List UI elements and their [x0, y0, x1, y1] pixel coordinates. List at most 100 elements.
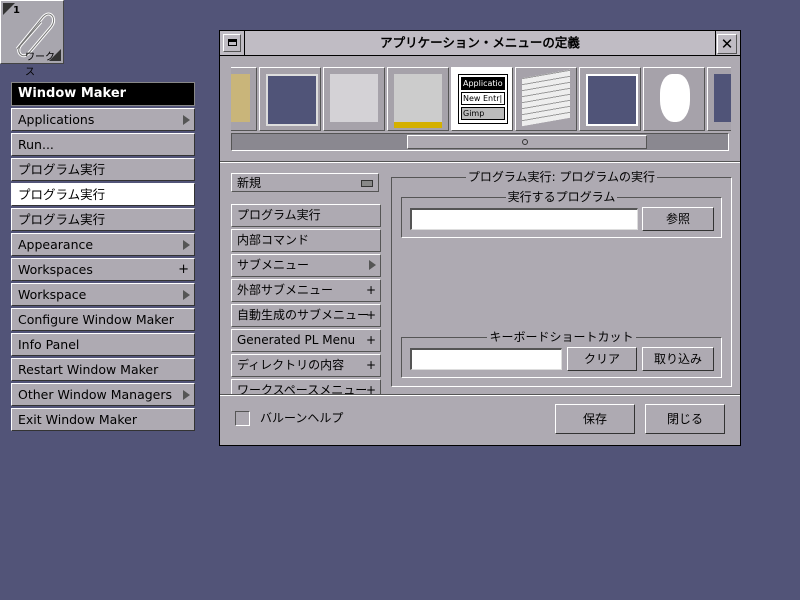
mouse-icon[interactable]: [643, 67, 705, 131]
root-menu-item[interactable]: プログラム実行: [11, 208, 195, 231]
workspace-number: 1: [13, 5, 20, 16]
clear-button[interactable]: クリア: [567, 347, 637, 371]
new-item-popup[interactable]: 新規: [231, 173, 379, 192]
appearance-icon[interactable]: [707, 67, 731, 131]
browse-button[interactable]: 参照: [642, 207, 714, 231]
shortcut-input[interactable]: [410, 348, 562, 370]
popup-indicator-icon: [361, 180, 373, 187]
root-menu-item-label: Exit Window Maker: [18, 412, 137, 427]
item-type-entry[interactable]: サブメニュー: [231, 254, 381, 277]
root-menu-item-label: Configure Window Maker: [18, 312, 174, 327]
menu-definition-dialog: アプリケーション・メニューの定義 ✕ Applicatio New Entr| Gi…: [219, 30, 741, 446]
menu-preview-line: Gimp: [461, 107, 505, 120]
plus-indicator: +: [365, 308, 376, 322]
item-type-entry[interactable]: Generated PL Menu +: [231, 329, 381, 352]
root-menu-item[interactable]: Workspace: [11, 283, 195, 306]
workspace-icon[interactable]: [579, 67, 641, 131]
main-frame-title: プログラム実行: プログラムの実行: [465, 170, 658, 184]
close-window-button[interactable]: ✕: [717, 34, 737, 54]
workspace-art: [586, 74, 638, 126]
program-frame: 実行するプログラム 参照: [401, 190, 722, 238]
root-menu-item-label: プログラム実行: [18, 187, 106, 202]
applications-menu-art: Applicatio New Entr| Gimp: [458, 74, 508, 124]
root-menu-title[interactable]: Window Maker: [11, 82, 195, 106]
root-menu-item[interactable]: Configure Window Maker: [11, 308, 195, 331]
save-button[interactable]: 保存: [555, 404, 635, 434]
preferences-icon-strip: Applicatio New Entr| Gimp: [231, 67, 731, 133]
root-menu-item-label: プログラム実行: [18, 162, 106, 177]
root-menu-item-label: Restart Window Maker: [18, 362, 159, 377]
plus-indicator: +: [365, 333, 376, 347]
item-type-entry[interactable]: プログラム実行: [231, 204, 381, 227]
icon-preferences-art: [394, 74, 442, 128]
root-menu-item[interactable]: Appearance: [11, 233, 195, 256]
root-menu-item-label: Applications: [18, 112, 95, 127]
keyboard-art: [522, 69, 570, 127]
root-menu-item[interactable]: プログラム実行: [11, 158, 195, 181]
item-type-label: 自動生成のサブメニュー: [237, 308, 370, 322]
submenu-arrow-icon: [369, 260, 376, 270]
keyboard-icon[interactable]: [515, 67, 577, 131]
balloon-help-checkbox[interactable]: [235, 411, 250, 426]
root-menu-item-label: Run...: [18, 137, 54, 152]
folder-icon[interactable]: [231, 67, 257, 131]
item-type-entry[interactable]: 外部サブメニュー +: [231, 279, 381, 302]
root-menu-item[interactable]: Info Panel: [11, 333, 195, 356]
window-focus-art: [266, 74, 318, 126]
window-focus-icon[interactable]: [259, 67, 321, 131]
item-type-label: サブメニュー: [237, 258, 310, 272]
menu-preview-line: New Entr|: [461, 92, 505, 105]
item-type-entry[interactable]: ディレクトリの内容 +: [231, 354, 381, 377]
plus-indicator: +: [365, 358, 376, 372]
root-menu-item[interactable]: Restart Window Maker: [11, 358, 195, 381]
balloon-help-label: バルーンヘルプ: [260, 411, 344, 425]
divider: [220, 394, 740, 396]
root-menu-item[interactable]: Applications: [11, 108, 195, 131]
workspace-clip[interactable]: 1 ワークス: [0, 0, 64, 78]
submenu-arrow-icon: [183, 390, 190, 400]
submenu-arrow-icon: [183, 290, 190, 300]
plus-indicator: +: [178, 262, 189, 277]
root-menu-item[interactable]: Exit Window Maker: [11, 408, 195, 431]
root-menu-item[interactable]: Other Window Managers: [11, 383, 195, 406]
program-input[interactable]: [410, 208, 638, 230]
shortcut-frame-title: キーボードショートカット: [487, 330, 636, 344]
miniaturize-button[interactable]: [223, 34, 241, 52]
submenu-arrow-icon: [183, 115, 190, 125]
icon-preferences-icon[interactable]: [387, 67, 449, 131]
root-menu-item-label: Workspace: [18, 287, 87, 302]
window-title: アプリケーション・メニューの定義: [244, 31, 716, 55]
scroll-knob-dot-icon: [522, 139, 528, 145]
clip-corner-icon[interactable]: [49, 49, 61, 61]
program-exec-frame: プログラム実行: プログラムの実行 実行するプログラム 参照 キーボードショート…: [391, 170, 732, 387]
submenu-arrow-icon: [183, 240, 190, 250]
appearance-art: [714, 74, 731, 122]
window-handling-icon[interactable]: [323, 67, 385, 131]
root-menu-item[interactable]: Run...: [11, 133, 195, 156]
icon-strip-scrollbar[interactable]: [231, 133, 729, 151]
titlebar[interactable]: アプリケーション・メニューの定義 ✕: [220, 31, 740, 56]
item-type-label: ディレクトリの内容: [237, 358, 345, 372]
root-menu-item[interactable]: プログラム実行: [11, 183, 195, 206]
item-type-list: プログラム実行 内部コマンド サブメニュー 外部サブメニュー + 自動生成のサブメニュー +…: [231, 204, 381, 396]
program-frame-title: 実行するプログラム: [505, 190, 618, 204]
root-menu-item-label: Info Panel: [18, 337, 80, 352]
item-type-entry[interactable]: 自動生成のサブメニュー +: [231, 304, 381, 327]
scrollbar-knob[interactable]: [407, 135, 647, 149]
root-menu-item-label: Appearance: [18, 237, 94, 252]
mouse-art: [660, 74, 690, 122]
capture-button[interactable]: 取り込み: [642, 347, 714, 371]
applications-menu-icon[interactable]: Applicatio New Entr| Gimp: [451, 67, 513, 131]
close-button[interactable]: 閉じる: [645, 404, 725, 434]
item-type-entry[interactable]: 内部コマンド: [231, 229, 381, 252]
root-menu-item-label: Workspaces: [18, 262, 93, 277]
item-type-label: Generated PL Menu: [237, 333, 356, 347]
root-menu-item[interactable]: Workspaces +: [11, 258, 195, 281]
new-item-popup-label: 新規: [237, 176, 262, 190]
shortcut-frame: キーボードショートカット クリア 取り込み: [401, 330, 722, 378]
item-type-label: プログラム実行: [237, 208, 321, 222]
divider: [220, 161, 740, 163]
folder-art: [231, 74, 250, 122]
item-type-label: 外部サブメニュー: [237, 283, 334, 297]
root-menu-item-label: プログラム実行: [18, 212, 106, 227]
